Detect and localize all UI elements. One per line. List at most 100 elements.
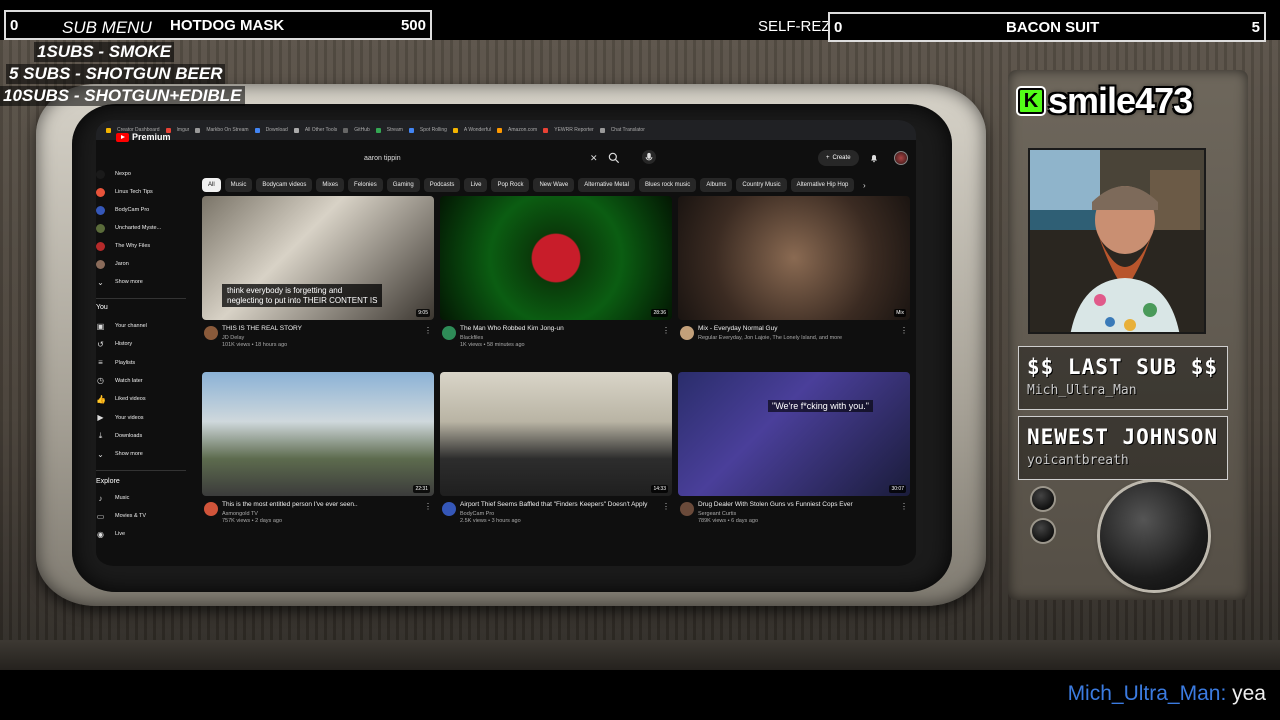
self-rez-label: SELF-REZ <box>758 18 831 35</box>
filter-chip[interactable]: Music <box>224 178 253 192</box>
video-channel-name[interactable]: Blackfiles <box>460 335 672 341</box>
video-channel-name[interactable]: Asmongold TV <box>222 511 434 517</box>
video-card[interactable]: 30:07 "We're f*cking with you." Drug Deale… <box>678 372 910 536</box>
sidebar-you-item[interactable]: ↺ History <box>96 338 132 350</box>
video-thumbnail[interactable]: 14:33 <box>440 372 672 496</box>
sidebar-explore-item[interactable]: ♪ Music <box>96 492 130 504</box>
video-title[interactable]: THIS IS THE REAL STORY <box>222 325 434 333</box>
sidebar-subscription[interactable]: The Why Files <box>96 240 150 252</box>
sidebar-item-label: Uncharted Myste... <box>115 225 162 231</box>
filter-chip[interactable]: Felonies <box>348 178 383 192</box>
filter-chip[interactable]: Gaming <box>386 178 420 192</box>
video-title[interactable]: Mix - Everyday Normal Guy <box>698 325 910 333</box>
sidebar-you-item[interactable]: ⤓ Downloads <box>96 430 143 442</box>
filter-chip[interactable]: Country Music <box>736 178 787 192</box>
filter-chip[interactable]: Bodycam videos <box>256 178 313 192</box>
filter-chip[interactable]: New Wave <box>533 178 575 192</box>
tv-base <box>0 640 1280 670</box>
more-options-icon[interactable]: ⋮ <box>424 502 432 511</box>
sidebar-item-icon: ▶ <box>97 413 104 422</box>
video-title[interactable]: Drug Dealer With Stolen Guns vs Funniest… <box>698 501 910 509</box>
browser-bookmarks-bar: Creator Dashboard Imgur Markbo On Stream… <box>96 120 916 140</box>
sidebar-item-label: Movies & TV <box>115 513 147 520</box>
video-title[interactable]: The Man Who Robbed Kim Jong-un <box>460 325 672 333</box>
sidebar-subscription[interactable]: Nexpo <box>96 168 131 180</box>
video-title[interactable]: This is the most entitled person I've ev… <box>222 501 434 509</box>
create-button[interactable]: + Create <box>818 150 859 166</box>
sidebar-you-item[interactable]: ▶ Your videos <box>96 412 144 424</box>
account-avatar[interactable] <box>894 151 908 165</box>
youtube-premium-logo[interactable]: Premium <box>116 132 171 142</box>
sidebar-subscription[interactable]: ⌄ Show more <box>96 276 143 288</box>
video-card[interactable]: Mix Mix - Everyday Normal Guy Regular Ever… <box>678 196 910 360</box>
more-options-icon[interactable]: ⋮ <box>900 502 908 511</box>
filter-chip[interactable]: Albums <box>700 178 733 192</box>
thumbnail-quote-text: "We're f*cking with you." <box>768 400 873 412</box>
filter-chip[interactable]: Blues rock music <box>638 178 697 192</box>
kick-logo-icon: K <box>1018 88 1044 114</box>
video-card[interactable]: 14:33 Airport Thief Seems Baffled that "F… <box>440 372 672 536</box>
clear-search-icon[interactable]: ✕ <box>590 153 598 164</box>
video-channel-name[interactable]: JD Delay <box>222 335 434 341</box>
sidebar-you-item[interactable]: ⌄ Show more <box>96 448 143 460</box>
sidebar-you-item[interactable]: ◷ Watch later <box>96 375 143 387</box>
filter-chip[interactable]: Alternative Metal <box>578 178 635 192</box>
filter-chip[interactable]: Mixes <box>316 178 345 192</box>
sidebar-item-label: Your videos <box>115 414 144 421</box>
more-options-icon[interactable]: ⋮ <box>424 326 432 335</box>
last-sub-title: $$ LAST SUB $$ <box>1027 355 1219 379</box>
webcam-feed <box>1028 148 1206 334</box>
filter-chip[interactable]: Podcasts <box>423 178 461 192</box>
more-options-icon[interactable]: ⋮ <box>900 326 908 335</box>
video-channel-name[interactable]: Sergeant Curtis <box>698 511 910 517</box>
more-options-icon[interactable]: ⋮ <box>662 326 670 335</box>
filter-chip[interactable]: Alternative Hip Hop <box>790 178 855 192</box>
channel-avatar[interactable] <box>680 502 694 516</box>
voice-search-icon[interactable] <box>642 150 656 164</box>
search-icon[interactable] <box>607 151 621 165</box>
sidebar-subscription[interactable]: Linus Tech Tips <box>96 186 153 198</box>
sidebar-subscription[interactable]: BodyCam Pro <box>96 204 149 216</box>
video-stats: 757K views • 2 days ago <box>222 518 283 524</box>
video-thumbnail[interactable]: Mix <box>678 196 910 320</box>
sidebar-explore-item[interactable]: ◉ Live <box>96 528 125 540</box>
last-sub-name: Mich_Ultra_Man <box>1027 383 1137 398</box>
video-card[interactable]: 28:36 The Man Who Robbed Kim Jong-un Black… <box>440 196 672 360</box>
sidebar-item-label: History <box>115 341 133 348</box>
more-options-icon[interactable]: ⋮ <box>662 502 670 511</box>
video-channel-name[interactable]: BodyCam Pro <box>460 511 672 517</box>
video-thumbnail[interactable]: 9:05 think everybody is forgetting and ne… <box>202 196 434 320</box>
sidebar-item-label: Jaron <box>115 261 129 267</box>
video-thumbnail[interactable]: 22:31 <box>202 372 434 496</box>
video-card[interactable]: 9:05 think everybody is forgetting and ne… <box>202 196 434 360</box>
video-title[interactable]: Airport Thief Seems Baffled that "Finder… <box>460 501 672 509</box>
notifications-bell-icon[interactable] <box>868 152 880 164</box>
search-input[interactable]: aaron tippin ✕ <box>354 150 620 166</box>
sidebar-subscription[interactable]: Jaron <box>96 258 129 270</box>
filter-chip[interactable]: Live <box>464 178 488 192</box>
sidebar-you-item[interactable]: ▣ Your channel <box>96 320 147 332</box>
channel-avatar[interactable] <box>204 502 218 516</box>
channel-avatar[interactable] <box>680 326 694 340</box>
channel-name: smile473 <box>1048 80 1193 121</box>
sidebar-item-icon: ◷ <box>97 376 104 386</box>
sidebar-heading-you[interactable]: You <box>96 304 108 311</box>
video-channel-name[interactable]: Regular Everyday, Jon Lajoie, The Lonely… <box>698 335 910 341</box>
youtube-sidebar: Nexpo Linus Tech Tips BodyCam Pro Uncharted… <box>96 168 196 566</box>
filter-chip[interactable]: Pop Rock <box>491 178 530 192</box>
sidebar-you-item[interactable]: 👍 Liked videos <box>96 393 146 405</box>
chips-next-chevron-icon[interactable]: › <box>858 178 870 192</box>
filter-chip[interactable]: All <box>202 178 221 192</box>
sidebar-subscription[interactable]: Uncharted Myste... <box>96 222 161 234</box>
sidebar-you-item[interactable]: ≡ Playlists <box>96 357 135 369</box>
video-card[interactable]: 22:31 This is the most entitled person I'… <box>202 372 434 536</box>
sidebar-explore-item[interactable]: ▭ Movies & TV <box>96 510 146 522</box>
sidebar-item-icon: ▭ <box>96 511 105 521</box>
video-thumbnail[interactable]: 30:07 "We're f*cking with you." <box>678 372 910 496</box>
sidebar-item-label: Show more <box>115 451 143 458</box>
channel-avatar[interactable] <box>204 326 218 340</box>
video-thumbnail[interactable]: 28:36 <box>440 196 672 320</box>
sidebar-item-label: BodyCam Pro <box>115 207 150 213</box>
channel-avatar[interactable] <box>442 502 456 516</box>
channel-avatar[interactable] <box>442 326 456 340</box>
